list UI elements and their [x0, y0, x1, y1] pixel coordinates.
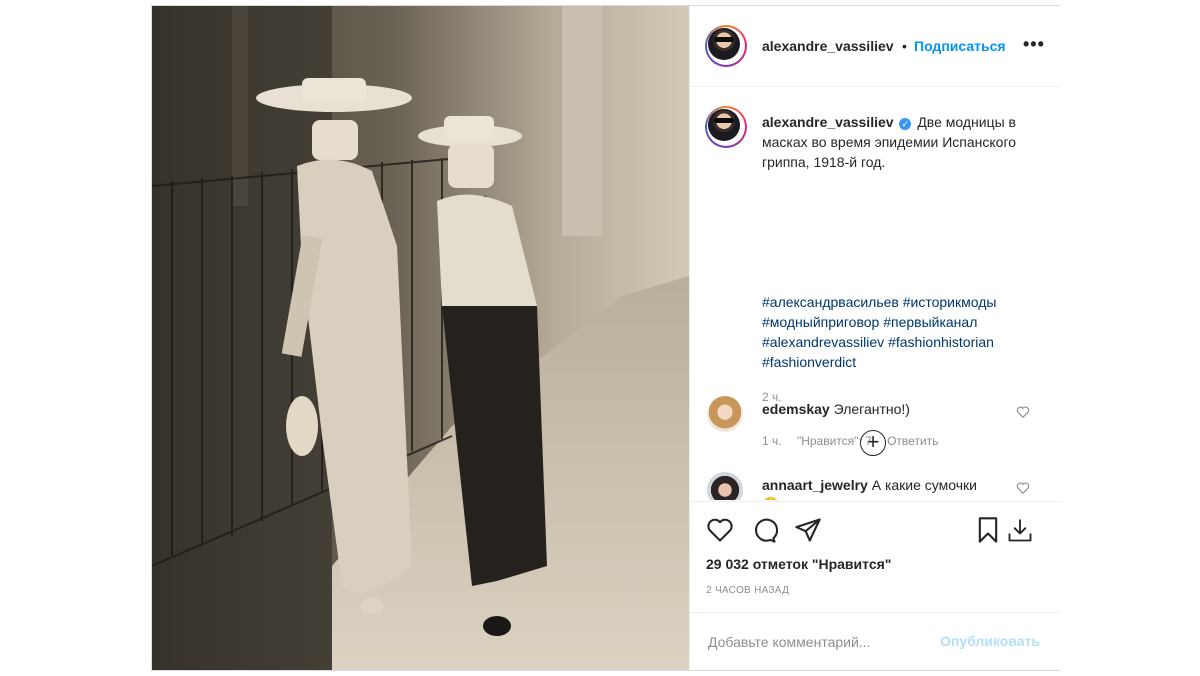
publish-button[interactable]: Опубликовать: [940, 633, 1040, 649]
hashtag-link[interactable]: #fashionverdict: [762, 354, 856, 370]
follow-button[interactable]: Подписаться: [914, 38, 1006, 54]
more-dots-icon[interactable]: •••: [1023, 34, 1045, 55]
header-separator: •: [902, 38, 907, 54]
comment-username[interactable]: edemskay: [762, 401, 830, 417]
caption-author-avatar[interactable]: [705, 106, 747, 148]
hashtag-link[interactable]: #модныйприговор: [762, 314, 879, 330]
comment-likes[interactable]: "Нравится": 7: [797, 434, 872, 448]
sepia-photo-illustration: [152, 6, 689, 670]
hashtag-link[interactable]: #первыйканал: [883, 314, 977, 330]
header-username[interactable]: alexandre_vassiliev: [762, 38, 894, 54]
action-bar: 29 032 отметок "Нравится" 2 ЧАСОВ НАЗАД: [690, 501, 1061, 612]
post-side-panel: alexandre_vassiliev • Подписаться ••• al…: [689, 6, 1061, 670]
post-photo[interactable]: [152, 6, 689, 670]
hashtag-link[interactable]: #alexandrevassiliev: [762, 334, 884, 350]
add-comment-bar: Опубликовать: [690, 612, 1061, 671]
hashtag-link[interactable]: #историкмоды: [903, 294, 997, 310]
save-bookmark-icon[interactable]: [974, 516, 1002, 544]
post-timestamp: 2 ЧАСОВ НАЗАД: [706, 585, 790, 596]
caption-text-block: alexandre_vassiliev ✓ Две модницы в маск…: [762, 112, 1047, 172]
caption-username[interactable]: alexandre_vassiliev: [762, 114, 894, 130]
comment-time: 1 ч.: [762, 434, 782, 448]
likes-count[interactable]: 29 032 отметок "Нравится": [706, 556, 891, 572]
comment-text: А какие сумочки: [871, 477, 977, 493]
comment-meta: 1 ч. "Нравится": 7 Ответить: [762, 434, 950, 448]
reply-button[interactable]: Ответить: [887, 434, 938, 448]
comment-heart-icon[interactable]: [1016, 481, 1030, 495]
hashtag-link[interactable]: #александрвасильев: [762, 294, 899, 310]
hashtag-link[interactable]: #fashionhistorian: [888, 334, 994, 350]
commenter-avatar[interactable]: [707, 472, 743, 500]
post-header: alexandre_vassiliev • Подписаться •••: [690, 6, 1061, 87]
like-heart-icon[interactable]: [706, 516, 734, 544]
comment-bubble-icon[interactable]: [750, 516, 778, 544]
comment-username[interactable]: annaart_jewelry: [762, 477, 868, 493]
comments-list: edemskay Элегантно!) 1 ч. "Нравится": 7 …: [690, 386, 1061, 500]
verified-badge-icon: ✓: [899, 118, 912, 130]
hashtags: #александрвасильев #историкмоды #модныйп…: [762, 292, 1047, 372]
comment-emoji: 😍: [762, 496, 779, 500]
comment-input[interactable]: [706, 633, 950, 651]
comment-text-line: annaart_jewelry А какие сумочки: [762, 477, 1017, 493]
download-icon[interactable]: [1006, 516, 1034, 544]
comment-text-line: edemskay Элегантно!): [762, 401, 1017, 417]
comment-heart-icon[interactable]: [1016, 405, 1030, 419]
comment-text: Элегантно!): [833, 401, 910, 417]
commenter-avatar[interactable]: [707, 396, 743, 432]
instagram-post: alexandre_vassiliev • Подписаться ••• al…: [151, 5, 1061, 671]
author-avatar[interactable]: [705, 25, 747, 67]
share-direct-icon[interactable]: [794, 516, 822, 544]
